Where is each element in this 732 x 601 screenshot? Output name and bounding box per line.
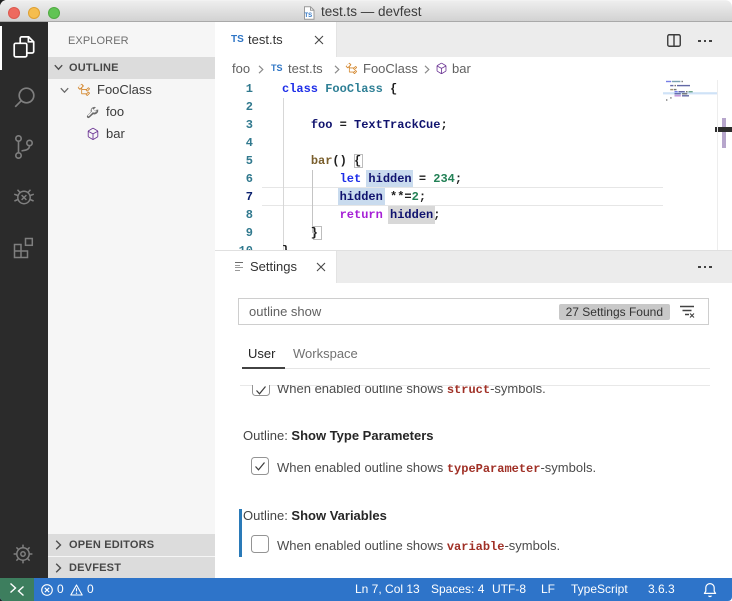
svg-text:TS: TS <box>305 13 313 19</box>
